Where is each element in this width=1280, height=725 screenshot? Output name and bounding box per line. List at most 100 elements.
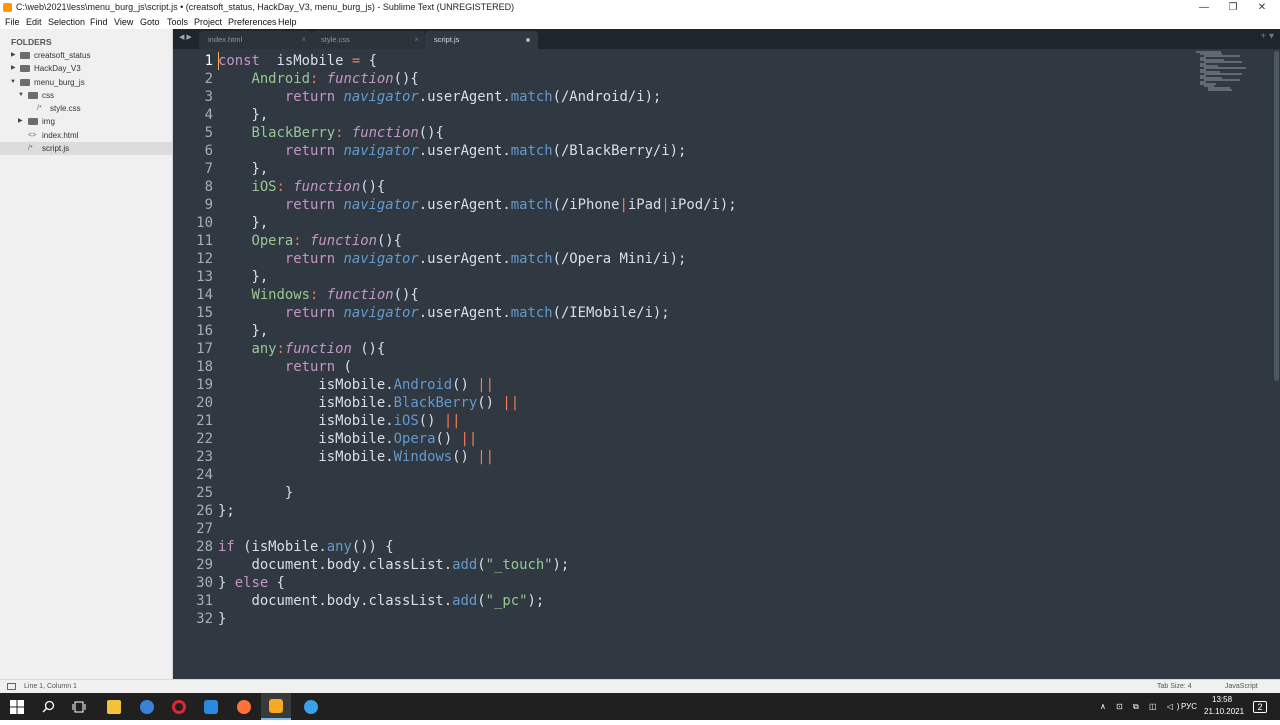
code-line[interactable]: } else {: [218, 574, 1178, 592]
menu-file[interactable]: File: [5, 15, 20, 29]
taskbar-chrome[interactable]: [296, 693, 326, 720]
menu-tools[interactable]: Tools: [167, 15, 188, 29]
menu-project[interactable]: Project: [194, 15, 222, 29]
tab-nav-arrows-icon[interactable]: ◀ ▶: [179, 33, 192, 41]
js-file-icon: /*: [28, 145, 33, 153]
code-line[interactable]: },: [218, 214, 1178, 232]
code-line[interactable]: };: [218, 502, 1178, 520]
clock-date[interactable]: 21.10.2021: [1204, 698, 1244, 725]
code-line[interactable]: document.body.classList.add("_touch");: [218, 556, 1178, 574]
code-line[interactable]: [218, 520, 1178, 538]
code-line[interactable]: any:function (){: [218, 340, 1178, 358]
menu-edit[interactable]: Edit: [26, 15, 42, 29]
code-line[interactable]: isMobile.Opera() ||: [218, 430, 1178, 448]
code-line[interactable]: Opera: function(){: [218, 232, 1178, 250]
close-button[interactable]: ✕: [1244, 0, 1280, 15]
windows-start-button[interactable]: [2, 693, 32, 720]
code-line[interactable]: Windows: function(){: [218, 286, 1178, 304]
code-line[interactable]: isMobile.Windows() ||: [218, 448, 1178, 466]
sidebar-item-menu-burg-js[interactable]: ▼ menu_burg_js: [0, 76, 172, 89]
sidebar-item-script-js[interactable]: /* script.js: [0, 142, 172, 156]
window-title: C:\web\2021\less\menu_burg_js\script.js …: [16, 2, 515, 12]
panel-toggle-icon[interactable]: [7, 683, 16, 690]
code-line[interactable]: return navigator.userAgent.match(/IEMobi…: [218, 304, 1178, 322]
taskbar-firefox[interactable]: [229, 693, 259, 720]
code-line[interactable]: [218, 466, 1178, 484]
code-line[interactable]: return navigator.userAgent.match(/Opera …: [218, 250, 1178, 268]
scrollbar-thumb[interactable]: [1274, 51, 1279, 381]
code-line[interactable]: return navigator.userAgent.match(/BlackB…: [218, 142, 1178, 160]
code-editor[interactable]: 1 2 3 4 5 6 7 8 9 10 11 12 13 14 15 16 17 18 19 20 21 22 23 24 2…: [173, 49, 1280, 679]
code-line[interactable]: document.body.classList.add("_pc");: [218, 592, 1178, 610]
sidebar-item-css[interactable]: ▼ css: [0, 89, 172, 102]
chevron-right-icon[interactable]: ▶: [18, 115, 23, 128]
line-number: 29: [196, 557, 213, 573]
code-line[interactable]: }: [218, 610, 1178, 628]
notification-center-button[interactable]: 2: [1246, 693, 1274, 720]
code-line[interactable]: },: [218, 268, 1178, 286]
code-line[interactable]: const isMobile = {: [218, 52, 1178, 70]
code-token: (isMobile.: [234, 539, 327, 555]
code-line[interactable]: return (: [218, 358, 1178, 376]
taskbar-file-explorer[interactable]: [99, 693, 129, 720]
chevron-down-icon[interactable]: ▼: [18, 89, 24, 102]
close-icon[interactable]: ×: [301, 31, 306, 49]
code-line[interactable]: return navigator.userAgent.match(/Androi…: [218, 88, 1178, 106]
code-line[interactable]: isMobile.Android() ||: [218, 376, 1178, 394]
vertical-scrollbar[interactable]: [1273, 49, 1280, 679]
code-token: (/Opera Mini/i);: [552, 251, 687, 267]
code-token: {: [268, 575, 285, 591]
code-line[interactable]: },: [218, 322, 1178, 340]
tab-index-html[interactable]: index.html ×: [199, 31, 312, 49]
tab-style-css[interactable]: style.css ×: [312, 31, 425, 49]
chevron-right-icon[interactable]: ▶: [11, 49, 16, 62]
minimap[interactable]: [1196, 51, 1256, 101]
input-language-indicator[interactable]: РУС: [1181, 693, 1197, 720]
code-token: isMobile.: [218, 449, 394, 465]
taskbar-vscode[interactable]: [196, 693, 226, 720]
task-view-button[interactable]: [64, 693, 94, 720]
search-button[interactable]: [33, 693, 63, 720]
sidebar-item-creatsoft-status[interactable]: ▶ creatsoft_status: [0, 49, 172, 62]
css-file-icon: /*: [37, 105, 42, 113]
code-token: :: [276, 179, 285, 195]
taskbar-browser[interactable]: [132, 693, 162, 720]
menu-find[interactable]: Find: [90, 15, 108, 29]
tab-script-js[interactable]: script.js: [425, 31, 538, 49]
new-tab-icon[interactable]: + ▾: [1260, 31, 1274, 42]
code-line[interactable]: iOS: function(){: [218, 178, 1178, 196]
code-line[interactable]: },: [218, 106, 1178, 124]
close-icon[interactable]: ×: [414, 31, 419, 49]
menu-help[interactable]: Help: [278, 15, 297, 29]
line-number: 5: [204, 125, 213, 141]
sidebar-item-index-html[interactable]: <> index.html: [0, 129, 172, 142]
menu-preferences[interactable]: Preferences: [228, 15, 277, 29]
code-line[interactable]: Android: function(){: [218, 70, 1178, 88]
code-line[interactable]: isMobile.BlackBerry() ||: [218, 394, 1178, 412]
code-line[interactable]: return navigator.userAgent.match(/iPhone…: [218, 196, 1178, 214]
chevron-right-icon[interactable]: ▶: [11, 62, 16, 75]
sidebar-item-img[interactable]: ▶ img: [0, 115, 172, 128]
tab-size-indicator[interactable]: Tab Size: 4: [1157, 680, 1192, 693]
unsaved-dot-icon[interactable]: [526, 38, 530, 42]
code-line[interactable]: isMobile.iOS() ||: [218, 412, 1178, 430]
tab-label: index.html: [208, 35, 243, 44]
sidebar-item-style-css[interactable]: /* style.css: [0, 102, 172, 115]
menu-view[interactable]: View: [114, 15, 133, 29]
taskbar-sublime-text[interactable]: [261, 693, 291, 720]
menu-goto[interactable]: Goto: [140, 15, 160, 29]
code-area[interactable]: const isMobile = { Android: function(){ …: [218, 52, 1178, 628]
system-tray-icons[interactable]: ∧ ⊡ ⧉ ◫ ◁): [1100, 693, 1184, 720]
taskbar-opera[interactable]: [164, 693, 194, 720]
vscode-icon: [204, 699, 218, 714]
code-line[interactable]: BlackBerry: function(){: [218, 124, 1178, 142]
menu-selection[interactable]: Selection: [48, 15, 85, 29]
chevron-down-icon[interactable]: ▼: [10, 76, 16, 89]
code-line[interactable]: if (isMobile.any()) {: [218, 538, 1178, 556]
code-token: match: [510, 251, 553, 267]
sidebar-item-hackday-v3[interactable]: ▶ HackDay_V3: [0, 62, 172, 75]
code-line[interactable]: },: [218, 160, 1178, 178]
line-number: 3: [204, 89, 213, 105]
code-line[interactable]: }: [218, 484, 1178, 502]
